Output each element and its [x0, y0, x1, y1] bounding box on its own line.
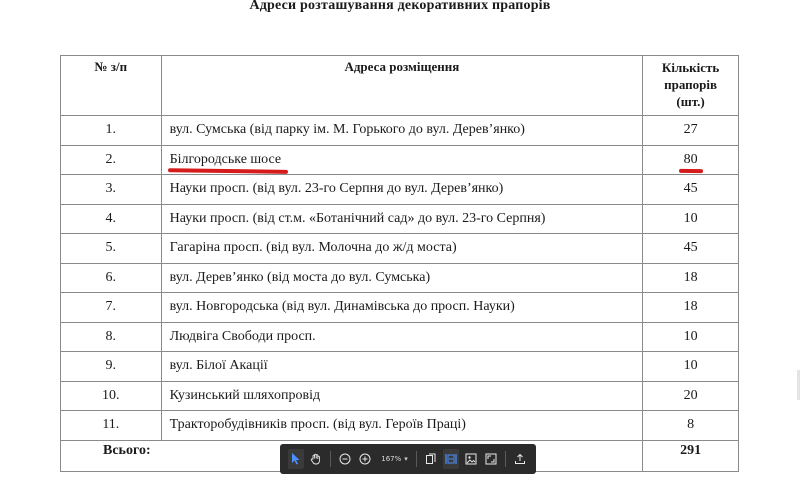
row-address: Людвіга Свободи просп.	[160, 321, 644, 352]
fit-width-button[interactable]	[442, 449, 459, 469]
table-row: 1. вул. Сумська (від парку ім. М. Горько…	[60, 115, 739, 146]
export-image-button[interactable]	[463, 449, 479, 469]
row-address: Білгородське шосе	[160, 144, 644, 175]
row-quantity: 80	[642, 144, 739, 175]
highlighted-quantity: 80	[678, 151, 703, 173]
viewer-toolbar: 167% ▾	[280, 444, 536, 474]
header-quantity: Кількість прапорів (шт.)	[642, 55, 739, 116]
pointer-tool-button[interactable]	[288, 449, 305, 469]
pointer-icon	[292, 453, 300, 465]
row-num: 10.	[60, 380, 162, 411]
row-quantity: 10	[642, 203, 739, 234]
table-row: 9. вул. Білої Акації 10	[60, 351, 739, 382]
hand-tool-button[interactable]	[308, 449, 324, 469]
toolbar-separator	[415, 451, 417, 467]
row-quantity: 18	[642, 262, 739, 293]
total-quantity: 291	[642, 439, 739, 472]
row-num: 11.	[60, 410, 162, 441]
table-row: 10. Кузинський шляхопровід 20	[60, 380, 739, 411]
row-num: 9.	[60, 351, 162, 382]
zoom-out-icon	[339, 453, 351, 465]
row-address: Кузинський шляхопровід	[160, 380, 644, 411]
row-address: вул. Сумська (від парку ім. М. Горького …	[160, 115, 644, 146]
fit-width-icon	[445, 454, 457, 464]
highlighted-address: Білгородське шосе	[167, 151, 288, 174]
highlighted-quantity-text: 80	[683, 151, 698, 167]
document-page: Адреси розташування декоративних прапорі…	[0, 0, 800, 481]
hand-icon	[310, 453, 320, 465]
page-view-icon	[425, 453, 436, 464]
row-quantity: 18	[642, 292, 739, 323]
export-image-icon	[465, 453, 477, 465]
fullscreen-button[interactable]	[483, 449, 499, 469]
zoom-out-button[interactable]	[337, 449, 353, 469]
row-quantity: 10	[642, 351, 739, 382]
red-underline-annotation	[167, 167, 288, 174]
row-num: 7.	[60, 292, 162, 323]
fullscreen-icon	[485, 453, 497, 465]
row-quantity: 27	[642, 115, 739, 146]
page-view-button[interactable]	[423, 449, 439, 469]
share-icon	[515, 453, 525, 464]
row-quantity: 45	[642, 233, 739, 264]
table-row: 3. Науки просп. (від вул. 23-го Серпня д…	[60, 174, 739, 205]
row-num: 2.	[60, 144, 162, 175]
row-num: 1.	[60, 115, 162, 146]
row-quantity: 45	[642, 174, 739, 205]
row-quantity: 20	[642, 380, 739, 411]
highlighted-address-text: Білгородське шосе	[169, 151, 282, 167]
table-row: 8. Людвіга Свободи просп. 10	[60, 321, 739, 352]
toolbar-separator	[330, 451, 332, 467]
row-quantity: 8	[642, 410, 739, 441]
table-row: 6. вул. Дерев’янко (від моста до вул. Су…	[60, 262, 739, 293]
chevron-down-icon[interactable]: ▾	[404, 455, 408, 463]
header-address: Адреса розміщення	[160, 55, 644, 116]
row-address: Тракторобудівників просп. (від вул. Геро…	[160, 410, 644, 441]
header-num: № з/п	[60, 55, 162, 116]
row-num: 3.	[60, 174, 162, 205]
document-title: Адреси розташування декоративних прапорі…	[249, 0, 551, 13]
header-quantity-line: прапорів	[664, 77, 718, 92]
toolbar-separator	[505, 451, 506, 467]
address-table: № з/п Адреса розміщення Кількість прапор…	[59, 55, 739, 472]
row-quantity: 10	[642, 321, 739, 352]
share-button[interactable]	[512, 449, 528, 469]
row-address: вул. Білої Акації	[160, 351, 644, 382]
header-quantity-line: Кількість	[661, 60, 720, 75]
header-quantity-line: (шт.)	[676, 94, 705, 109]
zoom-in-button[interactable]	[357, 449, 373, 469]
zoom-in-icon	[359, 453, 371, 465]
row-num: 4.	[60, 203, 162, 234]
table-row: 11. Тракторобудівників просп. (від вул. …	[60, 410, 739, 441]
row-address: Науки просп. (від вул. 23-го Серпня до в…	[160, 174, 644, 205]
zoom-level[interactable]: 167%	[381, 455, 401, 463]
row-num: 5.	[60, 233, 162, 264]
table-row: 5. Гагаріна просп. (від вул. Молочна до …	[60, 233, 739, 264]
table-row: 4. Науки просп. (від ст.м. «Ботанічний с…	[60, 203, 739, 234]
table-row: 7. вул. Новгородська (від вул. Динамівсь…	[60, 292, 739, 323]
row-num: 6.	[60, 262, 162, 293]
row-address: вул. Дерев’янко (від моста до вул. Сумсь…	[160, 262, 644, 293]
red-underline-annotation	[678, 168, 703, 173]
table-row-highlighted: 2. Білгородське шосе 80	[60, 144, 739, 175]
row-num: 8.	[60, 321, 162, 352]
table-header-row: № з/п Адреса розміщення Кількість прапор…	[60, 55, 739, 116]
row-address: Науки просп. (від ст.м. «Ботанічний сад»…	[160, 203, 644, 234]
row-address: вул. Новгородська (від вул. Динамівська …	[160, 292, 644, 323]
row-address: Гагаріна просп. (від вул. Молочна до ж/д…	[160, 233, 644, 264]
